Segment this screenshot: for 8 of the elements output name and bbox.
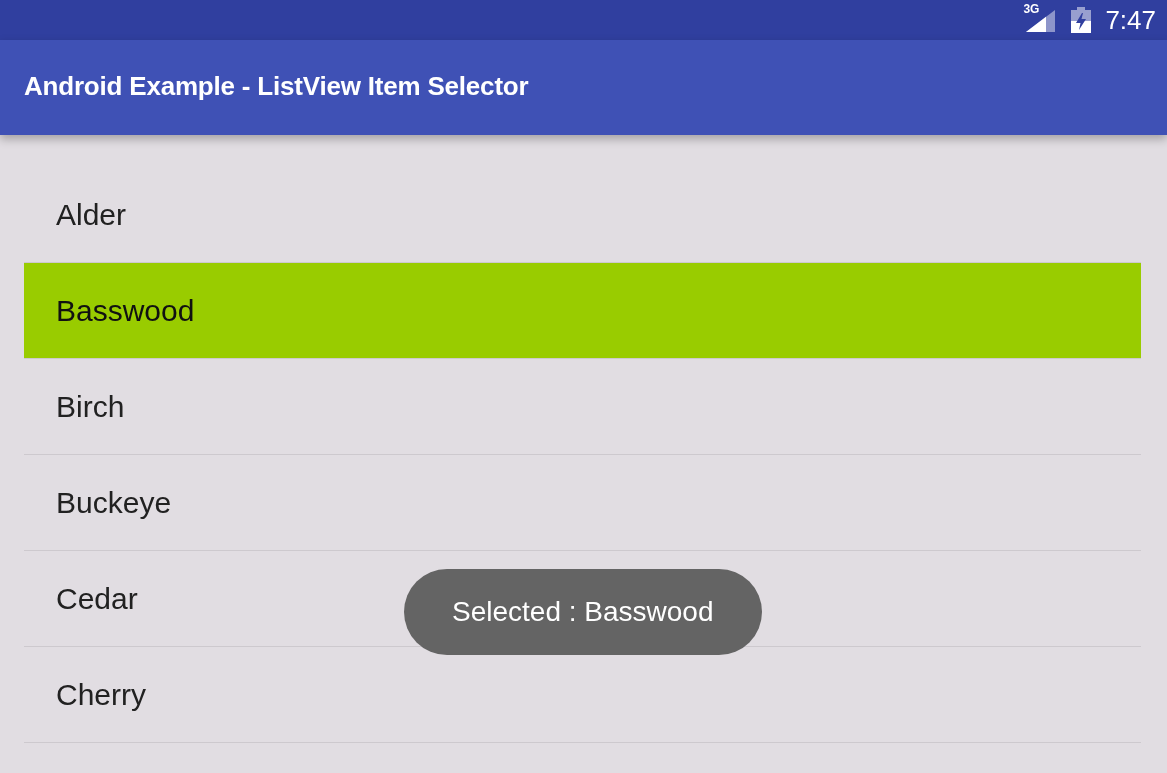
toast-message: Selected : Basswood [404,569,762,655]
clock-time: 7:47 [1105,5,1156,35]
battery-charging-icon [1071,7,1092,33]
list-item[interactable]: Basswood [24,263,1141,359]
network-type-label: 3G [1023,3,1040,15]
app-bar-title: Android Example - ListView Item Selector [24,71,529,102]
list-item[interactable]: Birch [24,359,1141,455]
list-item[interactable]: Buckeye [24,455,1141,551]
